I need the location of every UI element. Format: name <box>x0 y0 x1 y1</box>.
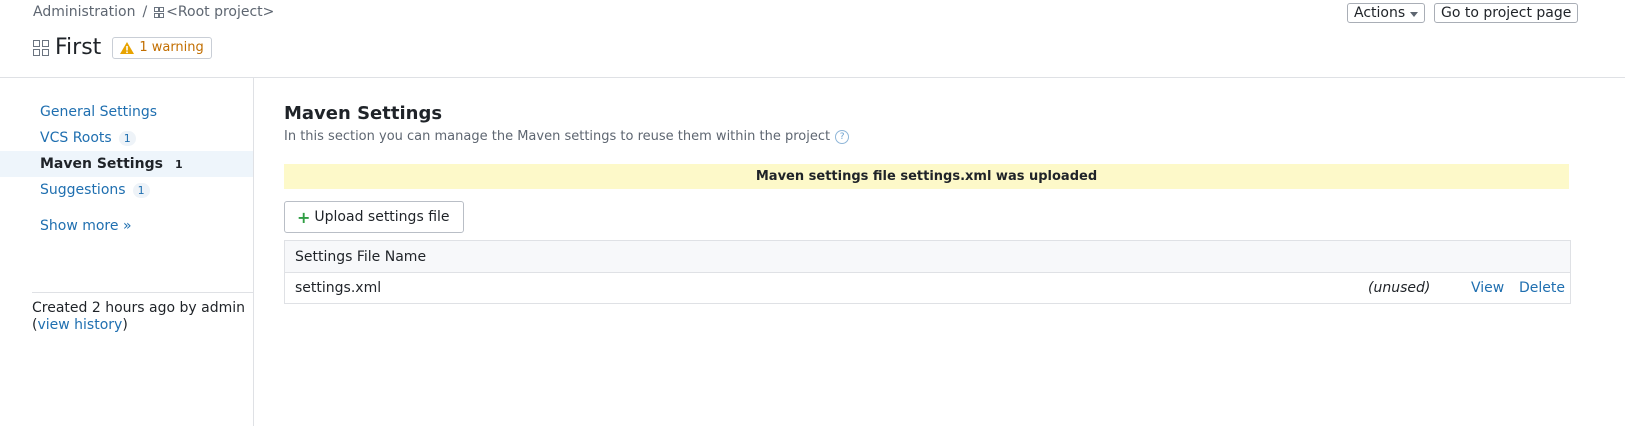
close-paren: ) <box>122 317 128 333</box>
page-title: First <box>55 35 102 60</box>
breadcrumb-root-project[interactable]: <Root project> <box>166 4 274 20</box>
actions-label: Actions <box>1354 4 1406 21</box>
sidebar-divider <box>32 292 253 293</box>
chevron-down-icon <box>1410 11 1419 17</box>
view-link[interactable]: View <box>1471 280 1504 296</box>
sidebar-item-maven-settings[interactable]: Maven Settings 1 <box>0 151 253 177</box>
title-row: First 1 warning <box>33 35 212 60</box>
usage-status: (unused) <box>1368 280 1431 296</box>
description-text: In this section you can manage the Maven… <box>284 129 831 144</box>
settings-table: Settings File Name settings.xml (unused)… <box>284 240 1571 304</box>
sidebar-item-vcs-roots[interactable]: VCS Roots 1 <box>0 125 253 151</box>
sidebar-item-general-settings[interactable]: General Settings <box>0 99 253 125</box>
section-title: Maven Settings <box>284 103 443 124</box>
sidebar-item-label: General Settings <box>40 104 158 120</box>
go-to-project-button[interactable]: Go to project page <box>1434 3 1579 23</box>
project-icon <box>33 39 49 56</box>
view-history-link[interactable]: view history <box>37 317 122 333</box>
project-icon <box>154 6 165 18</box>
upload-settings-button[interactable]: + Upload settings file <box>284 201 464 233</box>
sidebar-item-suggestions[interactable]: Suggestions 1 <box>0 177 253 203</box>
sidebar-item-count: 1 <box>118 130 136 146</box>
show-more-link[interactable]: Show more » <box>40 218 132 234</box>
sidebar-item-label: VCS Roots <box>40 130 112 146</box>
upload-notice: Maven settings file settings.xml was upl… <box>284 164 1569 189</box>
table-row: settings.xml (unused) View Delete <box>285 273 1570 303</box>
sidebar-item-count: 1 <box>132 182 150 198</box>
section-description: In this section you can manage the Maven… <box>284 129 850 144</box>
breadcrumb-administration[interactable]: Administration <box>33 4 135 20</box>
sidebar-item-label: Suggestions <box>40 182 126 198</box>
warning-label: 1 warning <box>139 40 204 55</box>
sidebar-item-count: 1 <box>174 157 183 171</box>
go-to-project-label: Go to project page <box>1441 4 1572 21</box>
warning-icon <box>120 41 135 54</box>
plus-icon: + <box>297 207 311 227</box>
created-text: Created 2 hours ago by admin <box>32 300 245 316</box>
page-header: Administration / <Root project> First 1 … <box>0 0 1625 78</box>
breadcrumb-separator: / <box>142 4 148 20</box>
actions-button[interactable]: Actions <box>1347 3 1426 23</box>
file-name-cell: settings.xml <box>295 280 382 296</box>
sidebar-item-label: Maven Settings <box>40 156 163 172</box>
table-header: Settings File Name <box>285 241 1570 273</box>
sidebar: General Settings VCS Roots 1 Maven Setti… <box>0 78 254 426</box>
help-icon[interactable]: ? <box>835 129 850 144</box>
column-header-name: Settings File Name <box>295 248 427 265</box>
created-info: Created 2 hours ago by admin (view histor… <box>32 300 247 334</box>
warning-badge[interactable]: 1 warning <box>112 36 212 59</box>
delete-link[interactable]: Delete <box>1519 280 1565 296</box>
upload-label: Upload settings file <box>314 209 450 225</box>
breadcrumb: Administration / <Root project> <box>33 4 274 20</box>
